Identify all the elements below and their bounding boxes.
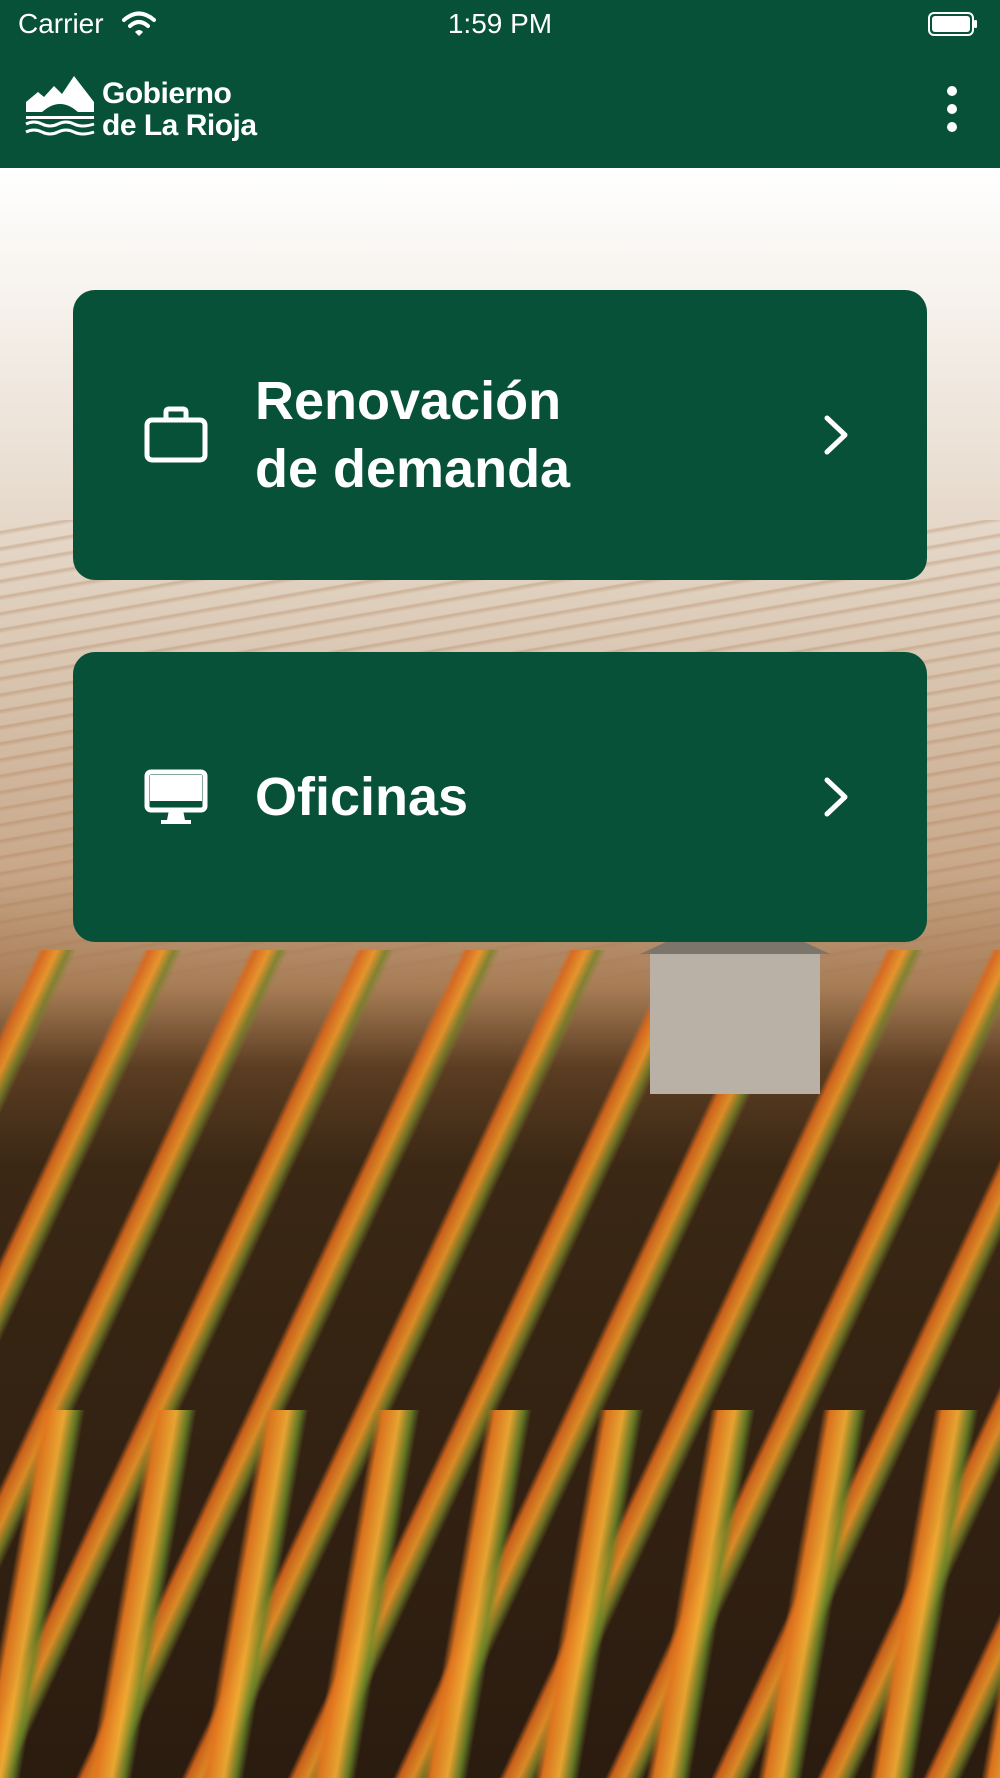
brand-line-2: de La Rioja [102, 109, 257, 142]
status-bar: Carrier 1:59 PM [0, 0, 1000, 50]
brand-line-1: Gobierno [102, 77, 232, 110]
kebab-vertical-icon[interactable] [935, 84, 969, 134]
app-bar: Gobierno de La Rioja [0, 50, 1000, 168]
gobierno-logo-icon [25, 76, 95, 136]
chevron-right-icon [824, 777, 848, 817]
renovacion-demanda-label: Renovación de demanda [255, 371, 571, 499]
app-screen: Carrier 1:59 PM Gobierno de La Rioja Ren… [0, 0, 1000, 1778]
chevron-right-icon [824, 415, 848, 455]
renovacion-demanda-button[interactable]: Renovación de demanda [73, 290, 927, 580]
oficinas-label: Oficinas [255, 767, 469, 827]
monitor-icon [144, 769, 208, 824]
vineyard-rows-foreground [0, 1410, 1000, 1778]
house-in-vineyard [640, 910, 830, 1094]
brand-name: Gobierno de La Rioja [102, 78, 257, 142]
briefcase-icon [144, 406, 208, 463]
clock-time: 1:59 PM [447, 8, 553, 39]
battery-icon [928, 12, 977, 36]
oficinas-button[interactable]: Oficinas [73, 652, 927, 942]
